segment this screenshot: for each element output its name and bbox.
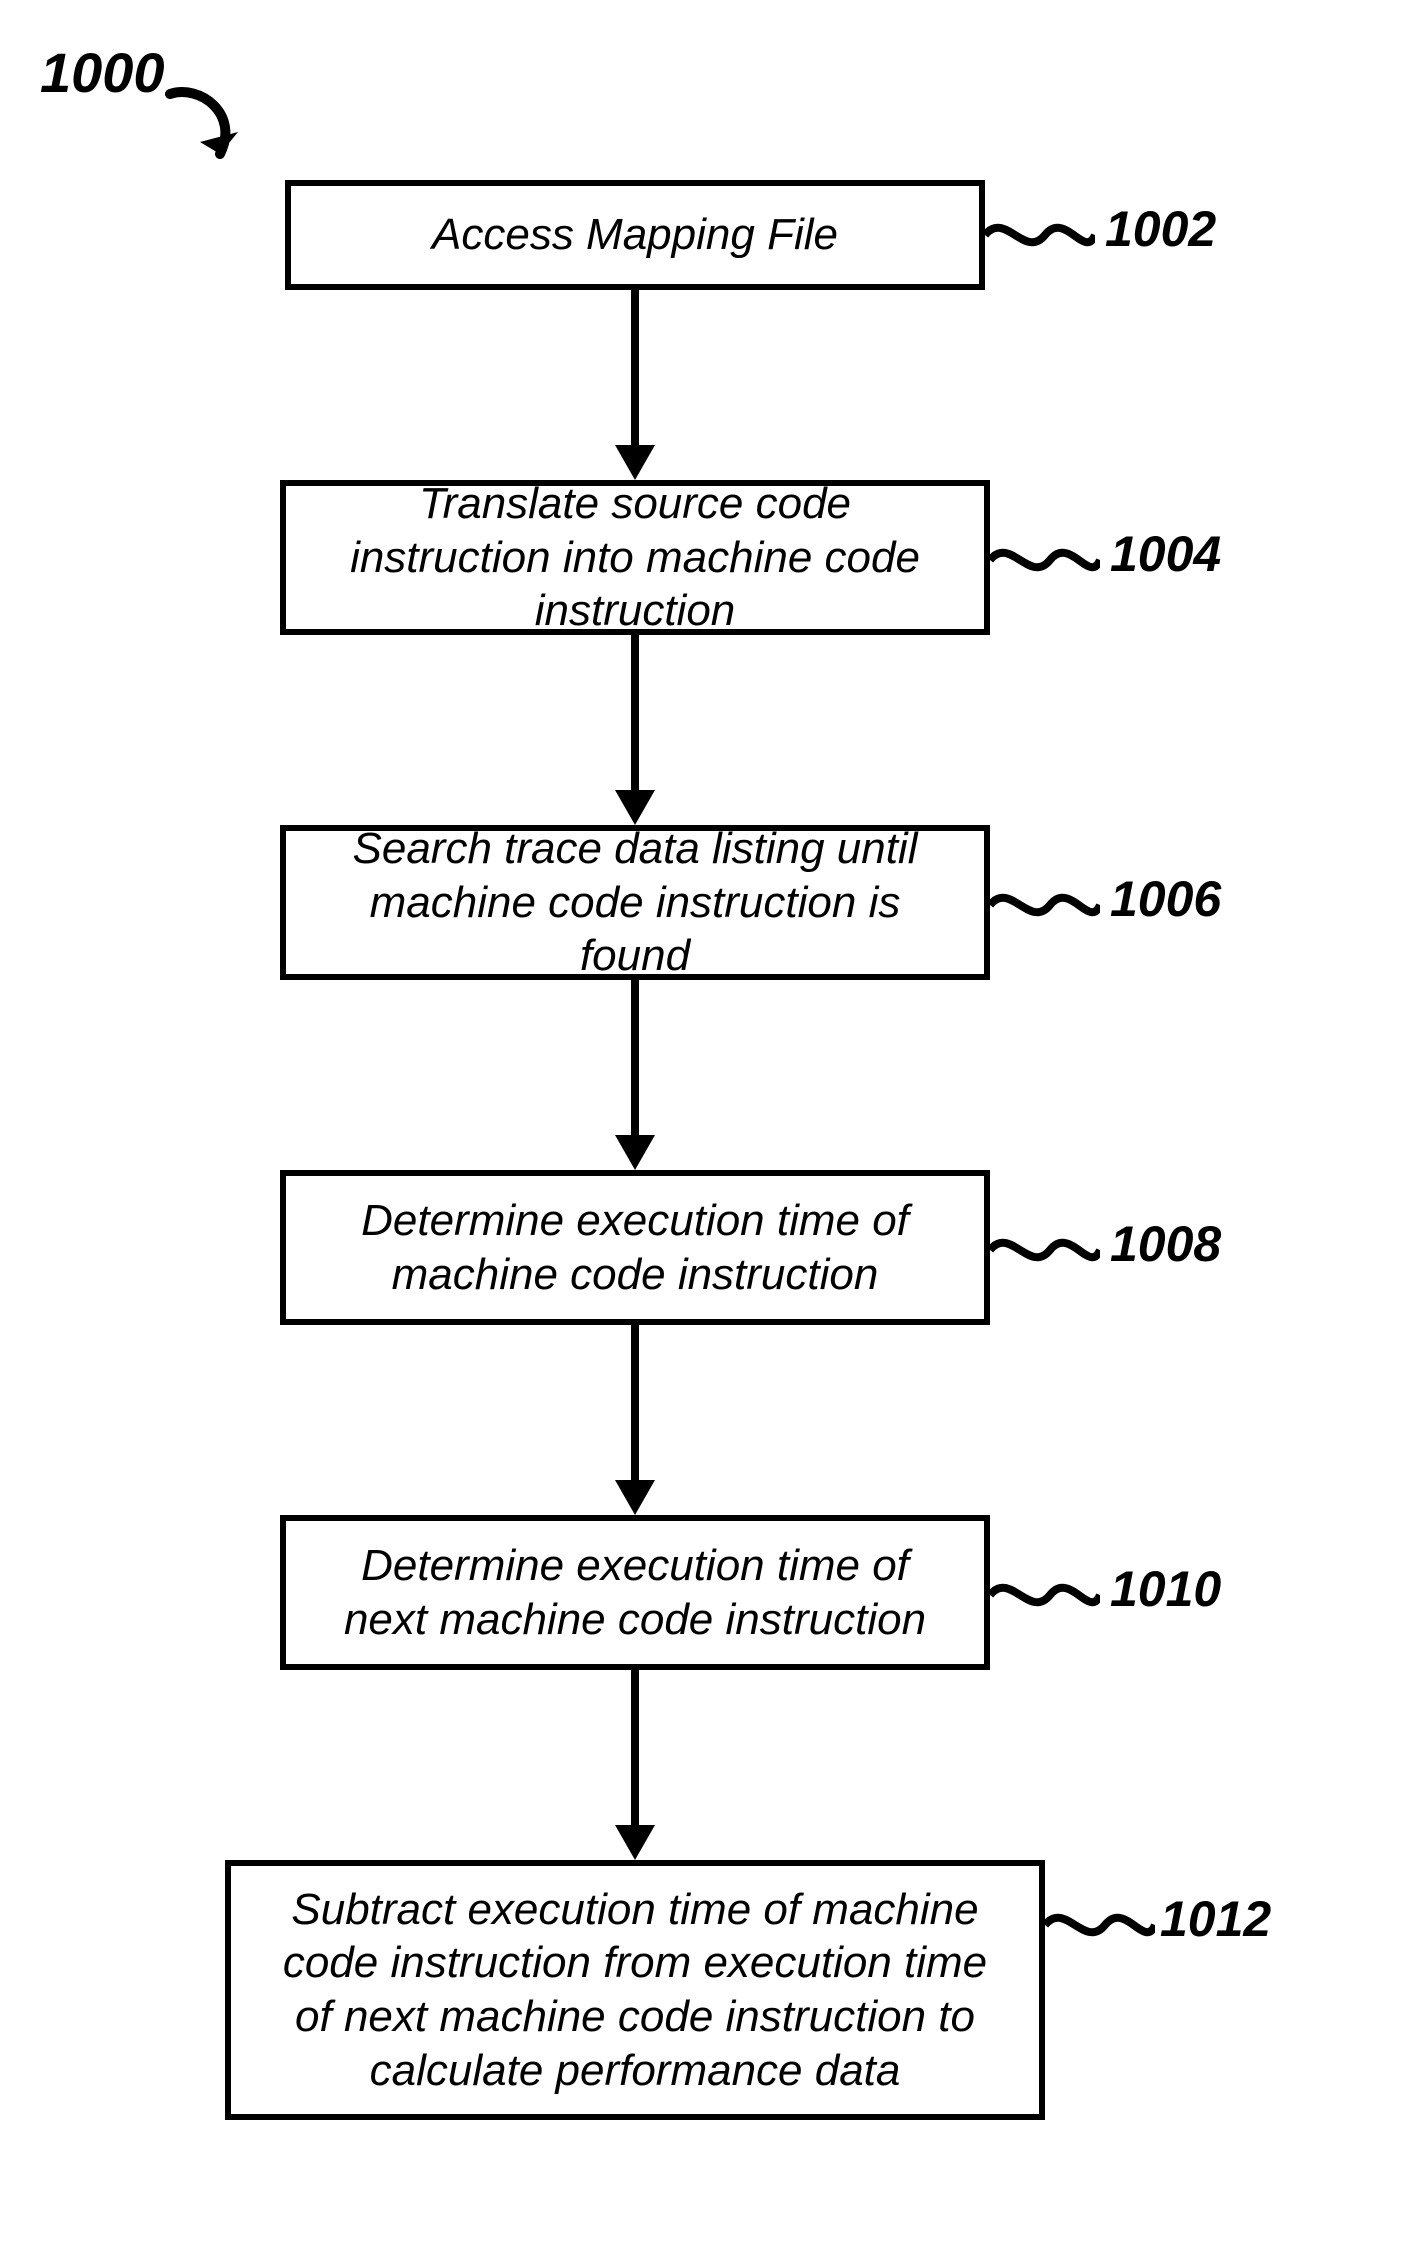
step-text: Determine execution time of machine code… [316,1194,954,1301]
step-label-text: 1008 [1110,1216,1221,1272]
step-box-1002: Access Mapping File [285,180,985,290]
step-label-text: 1002 [1105,201,1216,257]
step-box-1006: Search trace data listing until machine … [280,825,990,980]
leader-squiggle-icon [990,1565,1100,1625]
step-box-1010: Determine execution time of next machine… [280,1515,990,1670]
figure-arrow-icon [160,84,300,214]
step-label-text: 1010 [1110,1561,1221,1617]
figure-number: 1000 [40,40,165,105]
leader-squiggle-icon [990,530,1100,590]
step-label-text: 1004 [1110,526,1221,582]
step-label: 1010 [1110,1560,1221,1618]
arrow-down-icon [600,1670,670,1860]
leader-squiggle-icon [990,875,1100,935]
arrow-down-icon [600,980,670,1170]
step-box-1012: Subtract execution time of machine code … [225,1860,1045,2120]
step-text: Determine execution time of next machine… [316,1539,954,1646]
arrow-down-icon [600,1325,670,1515]
step-box-1004: Translate source code instruction into m… [280,480,990,635]
step-text: Access Mapping File [432,208,838,262]
step-label: 1004 [1110,525,1221,583]
arrow-down-icon [600,635,670,825]
step-label: 1008 [1110,1215,1221,1273]
step-label: 1002 [1105,200,1216,258]
step-text: Subtract execution time of machine code … [261,1883,1009,2098]
leader-squiggle-icon [990,1220,1100,1280]
figure-number-text: 1000 [40,41,165,104]
leader-squiggle-icon [985,205,1095,265]
step-text: Translate source code instruction into m… [316,477,954,638]
step-label: 1012 [1160,1890,1271,1948]
step-text: Search trace data listing until machine … [316,822,954,983]
step-label-text: 1012 [1160,1891,1271,1947]
step-label-text: 1006 [1110,871,1221,927]
arrow-down-icon [600,290,670,480]
flowchart-canvas: 1000 Access Mapping File 1002 Translate … [0,0,1413,2248]
step-label: 1006 [1110,870,1221,928]
leader-squiggle-icon [1045,1895,1155,1955]
step-box-1008: Determine execution time of machine code… [280,1170,990,1325]
